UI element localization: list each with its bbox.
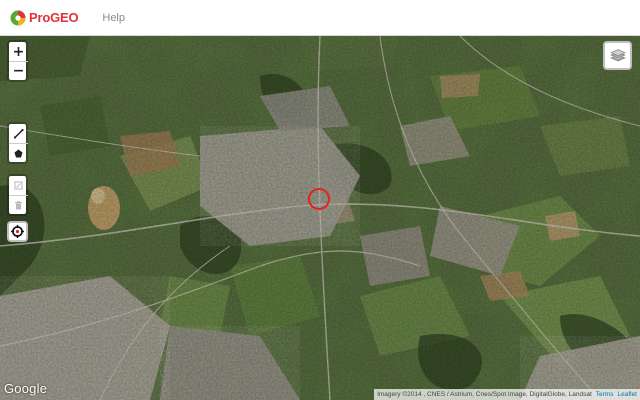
locate-button[interactable]: [7, 221, 28, 242]
leaflet-link[interactable]: Leaflet: [617, 389, 637, 400]
layers-control-button[interactable]: [603, 41, 632, 70]
location-marker[interactable]: [308, 188, 330, 210]
crosshair-icon: [11, 225, 24, 238]
edit-layers-icon: [14, 181, 23, 190]
nav-help-link[interactable]: Help: [102, 12, 125, 24]
layers-icon: [609, 48, 626, 61]
draw-polyline-button[interactable]: [9, 124, 28, 143]
top-bar: ProGEO Help: [0, 0, 640, 36]
terms-link[interactable]: Terms: [596, 389, 614, 400]
draw-polygon-button[interactable]: [9, 143, 28, 162]
satellite-imagery: [0, 36, 640, 400]
progeo-logo-icon: [9, 9, 27, 27]
map-attribution: Imagery ©2014 , CNES / Astrium, Cnes/Spo…: [374, 389, 640, 400]
draw-toolbar: [7, 122, 28, 164]
delete-layers-icon: [15, 200, 22, 209]
edit-toolbar: [7, 174, 28, 216]
zoom-out-button[interactable]: −: [9, 61, 28, 80]
draw-polygon-icon: [14, 149, 23, 157]
edit-layers-button[interactable]: [9, 176, 28, 195]
map-canvas[interactable]: [0, 36, 640, 400]
brand-logo-link[interactable]: ProGEO: [9, 9, 79, 27]
app-root: ProGEO Help + − Google Imagery ©2014 , C…: [0, 0, 640, 400]
zoom-in-button[interactable]: +: [9, 42, 28, 61]
app-name: ProGEO: [29, 10, 79, 25]
delete-layers-button[interactable]: [9, 195, 28, 214]
zoom-control: + −: [7, 40, 28, 82]
google-logo: Google: [4, 381, 48, 396]
imagery-attribution: Imagery ©2014 , CNES / Astrium, Cnes/Spo…: [377, 391, 592, 398]
draw-polyline-icon: [13, 128, 24, 139]
